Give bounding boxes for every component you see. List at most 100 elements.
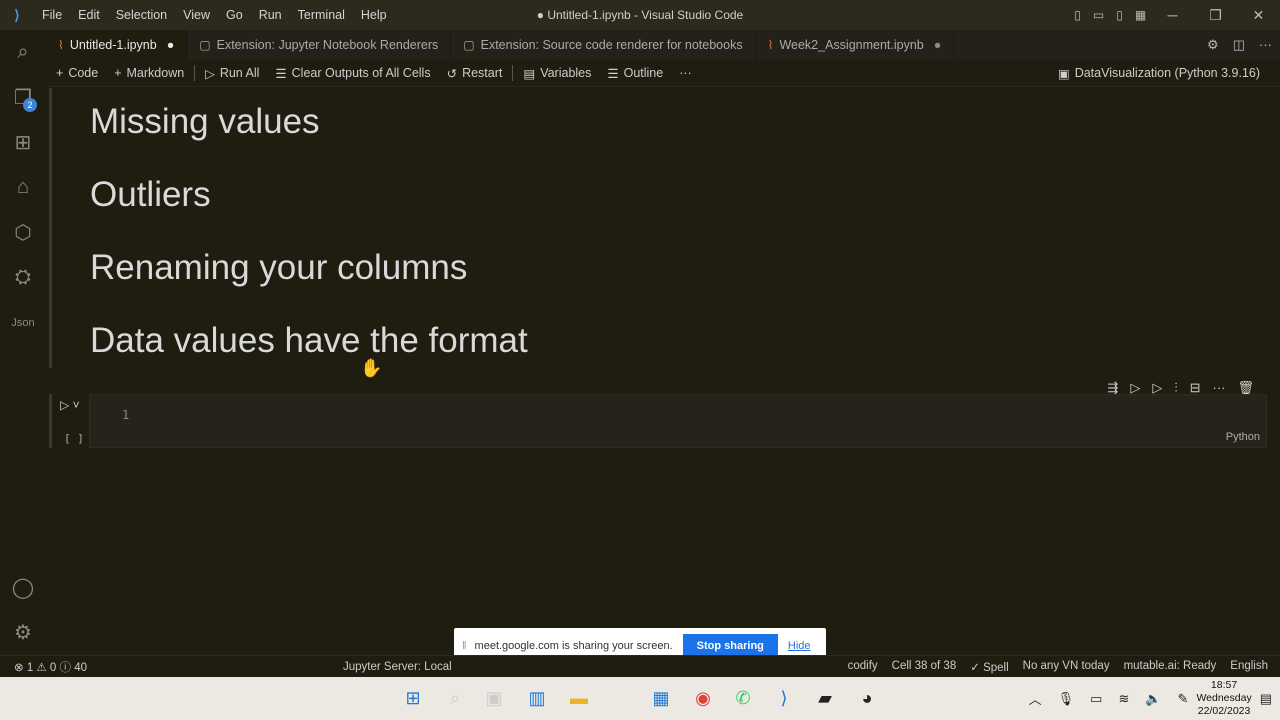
- taskbar-search-icon[interactable]: ⌕: [442, 685, 468, 711]
- restart-button[interactable]: ↺ Restart: [439, 66, 511, 81]
- outline-button[interactable]: ☰ Outline: [599, 66, 671, 81]
- run-all-icon: ▷: [205, 66, 215, 81]
- volume-icon[interactable]: 🔈: [1145, 691, 1161, 707]
- microsoft-store-icon[interactable]: ▦: [648, 685, 674, 711]
- hide-link[interactable]: Hide: [788, 640, 811, 652]
- task-view-icon[interactable]: ▣: [481, 685, 507, 711]
- customize-layout-icon[interactable]: ▦: [1130, 8, 1151, 22]
- add-code-cell-button[interactable]: + Code: [46, 66, 106, 80]
- run-all-button[interactable]: ▷ Run All: [197, 66, 267, 81]
- pen-icon[interactable]: ✎: [1178, 691, 1189, 707]
- kernel-label: DataVisualization (Python 3.9.16): [1074, 66, 1260, 80]
- language-status[interactable]: English: [1223, 660, 1280, 674]
- json-icon[interactable]: Json: [0, 300, 46, 345]
- extensions-icon[interactable]: ⊞: [0, 120, 46, 165]
- spell-status[interactable]: ✓ Spell: [963, 660, 1015, 674]
- plus-icon: +: [114, 66, 122, 80]
- search-icon[interactable]: ⌕: [0, 30, 46, 75]
- microphone-icon[interactable]: 🎙: [1058, 691, 1075, 707]
- tray-overflow-icon[interactable]: ︿: [1029, 689, 1042, 708]
- wifi-icon[interactable]: ≋: [1118, 691, 1129, 707]
- markdown-cell[interactable]: Missing values Outliers Renaming your co…: [49, 88, 1269, 368]
- menu-run[interactable]: Run: [251, 8, 290, 22]
- tab-extension-jupyter-renderers[interactable]: ▢ Extension: Jupyter Notebook Renderers: [187, 30, 452, 60]
- status-right: codify Cell 38 of 38 ✓ Spell No any VN t…: [841, 660, 1280, 674]
- codify-status[interactable]: codify: [841, 660, 885, 674]
- whatsapp-icon[interactable]: ✆: [730, 685, 756, 711]
- file-explorer-icon[interactable]: ▬: [566, 685, 592, 711]
- clock-date: 22/02/2023: [1197, 705, 1251, 717]
- terminal-icon[interactable]: ▰: [812, 685, 838, 711]
- menu-terminal[interactable]: Terminal: [290, 8, 353, 22]
- unsaved-dot-icon[interactable]: ●: [167, 38, 175, 52]
- tab-label: Extension: Source code renderer for note…: [480, 38, 743, 52]
- tab-label: Extension: Jupyter Notebook Renderers: [216, 38, 439, 52]
- restore-button[interactable]: ❐: [1194, 7, 1237, 24]
- split-editor-icon[interactable]: ◫: [1233, 37, 1245, 53]
- menu-edit[interactable]: Edit: [70, 8, 108, 22]
- toggle-panel-icon[interactable]: ▭: [1088, 8, 1109, 22]
- clock[interactable]: 18:57 Wednesday 22/02/2023: [1196, 679, 1251, 718]
- notebook-toolbar: + Code + Markdown ▷ Run All ☰ Clear Outputs …: [46, 60, 1280, 87]
- run-cell-icon[interactable]: ▷ ˅: [60, 398, 80, 412]
- add-markdown-cell-button[interactable]: + Markdown: [106, 66, 192, 80]
- cell-position[interactable]: Cell 38 of 38: [885, 660, 964, 674]
- menu-go[interactable]: Go: [218, 8, 251, 22]
- kernel-picker[interactable]: ▣ DataVisualization (Python 3.9.16): [1050, 66, 1268, 81]
- toggle-secondary-sidebar-icon[interactable]: ▯: [1109, 8, 1130, 22]
- share-message: meet.google.com is sharing your screen.: [474, 640, 673, 652]
- tab-week2-assignment[interactable]: ⌇ Week2_Assignment.ipynb ●: [756, 30, 955, 60]
- outline-icon: ☰: [607, 66, 619, 81]
- run-all-label: Run All: [219, 66, 260, 80]
- vscode-taskbar-icon[interactable]: ⟩: [771, 685, 797, 711]
- execution-count: [ ]: [64, 432, 84, 445]
- widgets-icon[interactable]: ▥: [524, 685, 550, 711]
- chrome-icon[interactable]: ◉: [690, 685, 716, 711]
- code-editor[interactable]: 1 Python: [89, 394, 1267, 448]
- markdown-heading: Data values have the format: [90, 321, 528, 360]
- unsaved-dot-icon[interactable]: ●: [934, 38, 942, 52]
- menu-help[interactable]: Help: [353, 8, 395, 22]
- editor-tabs: ⌇ Untitled-1.ipynb ● ▢ Extension: Jupyte…: [46, 30, 1280, 60]
- jupyter-icon[interactable]: ⬡: [0, 210, 46, 255]
- plus-icon: +: [56, 66, 64, 80]
- python-icon[interactable]: ⛭: [0, 255, 46, 300]
- battery-icon[interactable]: ▭: [1090, 691, 1102, 707]
- jupyter-server-status[interactable]: Jupyter Server: Local: [336, 661, 459, 673]
- document-icon: ▢: [199, 38, 211, 52]
- tab-untitled-1[interactable]: ⌇ Untitled-1.ipynb ●: [46, 30, 188, 60]
- code-cell[interactable]: ▷ ˅ [ ] 1 Python: [49, 394, 1267, 448]
- settings-gear-icon[interactable]: ⚙: [0, 610, 46, 655]
- notebook-file-icon: ⌇: [58, 38, 64, 52]
- toggle-primary-sidebar-icon[interactable]: ▯: [1067, 8, 1088, 22]
- windows-start-icon[interactable]: ⊞: [400, 685, 426, 711]
- explorer-icon[interactable]: ❐ 2: [0, 75, 46, 120]
- problems-indicator[interactable]: ⊗ 1 ⚠ 0 ⓘ 40: [0, 659, 94, 675]
- remote-explorer-icon[interactable]: ⌂: [0, 165, 46, 210]
- tab-actions: ⚙ ◫ ···: [1207, 37, 1272, 53]
- markdown-heading: Renaming your columns: [90, 248, 468, 287]
- more-actions-icon[interactable]: ···: [1259, 37, 1272, 53]
- tab-extension-source-code-renderer[interactable]: ▢ Extension: Source code renderer for no…: [451, 30, 756, 60]
- clear-outputs-button[interactable]: ☰ Clear Outputs of All Cells: [267, 66, 438, 81]
- drag-handle-icon[interactable]: ‖: [462, 640, 467, 652]
- vn-status[interactable]: No any VN today: [1016, 660, 1117, 674]
- close-window-button[interactable]: ✕: [1237, 7, 1280, 24]
- accounts-icon[interactable]: ◯: [0, 565, 46, 610]
- variables-button[interactable]: ▤ Variables: [515, 66, 599, 81]
- minimize-button[interactable]: ─: [1151, 7, 1194, 23]
- menu-view[interactable]: View: [175, 8, 218, 22]
- mutable-status[interactable]: mutable.ai: Ready: [1117, 660, 1224, 674]
- cell-language[interactable]: Python: [1226, 431, 1260, 443]
- markdown-label: Markdown: [126, 66, 185, 80]
- menu-selection[interactable]: Selection: [108, 8, 175, 22]
- notebook-settings-icon[interactable]: ⚙: [1207, 37, 1219, 53]
- code-label: Code: [68, 66, 99, 80]
- variables-label: Variables: [540, 66, 592, 80]
- document-icon: ▢: [463, 38, 475, 52]
- notifications-icon[interactable]: ▤: [1260, 691, 1272, 707]
- vscode-logo-icon: ⟩: [14, 6, 20, 23]
- menu-file[interactable]: File: [34, 8, 70, 22]
- app-icon[interactable]: ◕: [854, 685, 880, 711]
- toolbar-more-button[interactable]: ···: [671, 66, 700, 80]
